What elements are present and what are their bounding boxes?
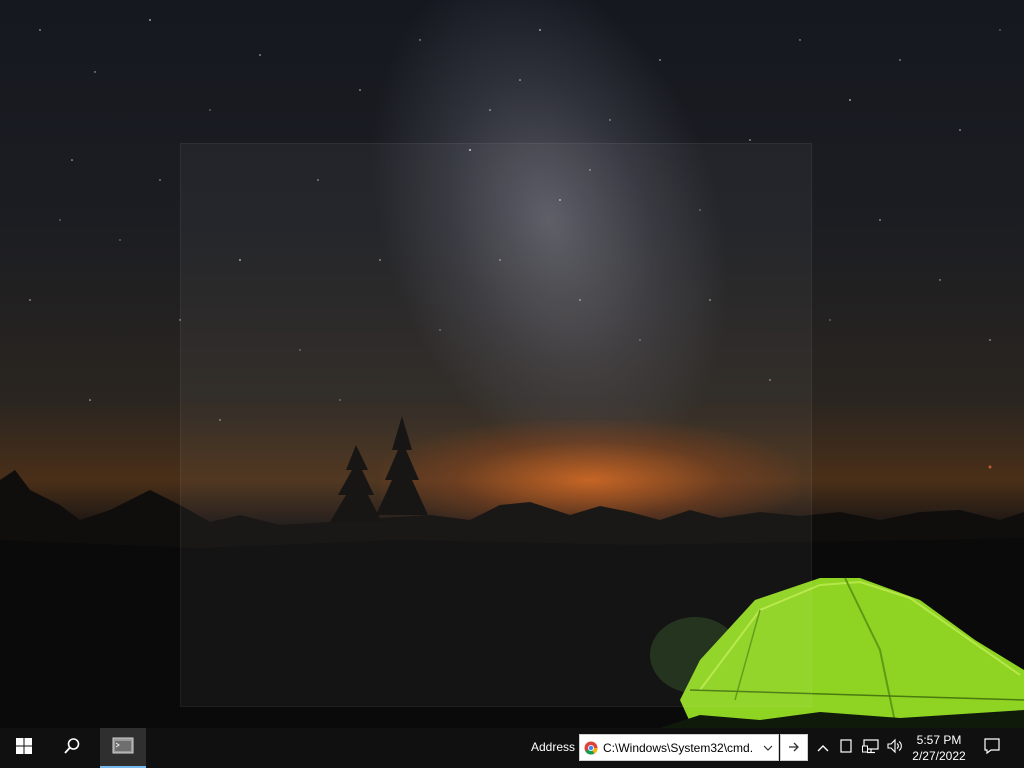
tray-tablet-button[interactable] <box>836 728 856 768</box>
network-button[interactable] <box>860 728 882 768</box>
taskbar: Address C:\Windows\System32\cmd. 5:57 PM… <box>0 728 1024 768</box>
chevron-up-icon <box>817 739 829 757</box>
action-center-button[interactable] <box>976 728 1008 768</box>
start-button[interactable] <box>0 728 48 768</box>
go-button[interactable] <box>780 734 808 761</box>
volume-icon <box>886 738 904 759</box>
address-toolbar-input[interactable]: C:\Windows\System32\cmd. <box>579 734 779 761</box>
search-icon <box>63 737 81 760</box>
address-label: Address <box>531 740 576 754</box>
desktop-wallpaper <box>0 0 1024 728</box>
address-value: C:\Windows\System32\cmd. <box>603 740 754 755</box>
search-button[interactable] <box>48 728 96 768</box>
chrome-icon <box>584 741 598 755</box>
chevron-down-icon[interactable] <box>758 735 778 760</box>
ghost-window-overlay <box>180 143 812 707</box>
tablet-icon <box>840 738 852 758</box>
taskbar-app-button[interactable] <box>100 728 146 768</box>
volume-button[interactable] <box>884 728 906 768</box>
windows-logo-icon <box>16 737 32 759</box>
command-prompt-icon <box>111 735 135 762</box>
show-hidden-icons-button[interactable] <box>812 728 834 768</box>
clock-time: 5:57 PM <box>916 733 962 747</box>
notification-icon <box>983 737 1001 760</box>
clock-date: 2/27/2022 <box>912 749 966 763</box>
clock[interactable]: 5:57 PM 2/27/2022 <box>908 728 970 768</box>
network-icon <box>862 738 880 759</box>
arrow-right-icon <box>788 739 800 757</box>
